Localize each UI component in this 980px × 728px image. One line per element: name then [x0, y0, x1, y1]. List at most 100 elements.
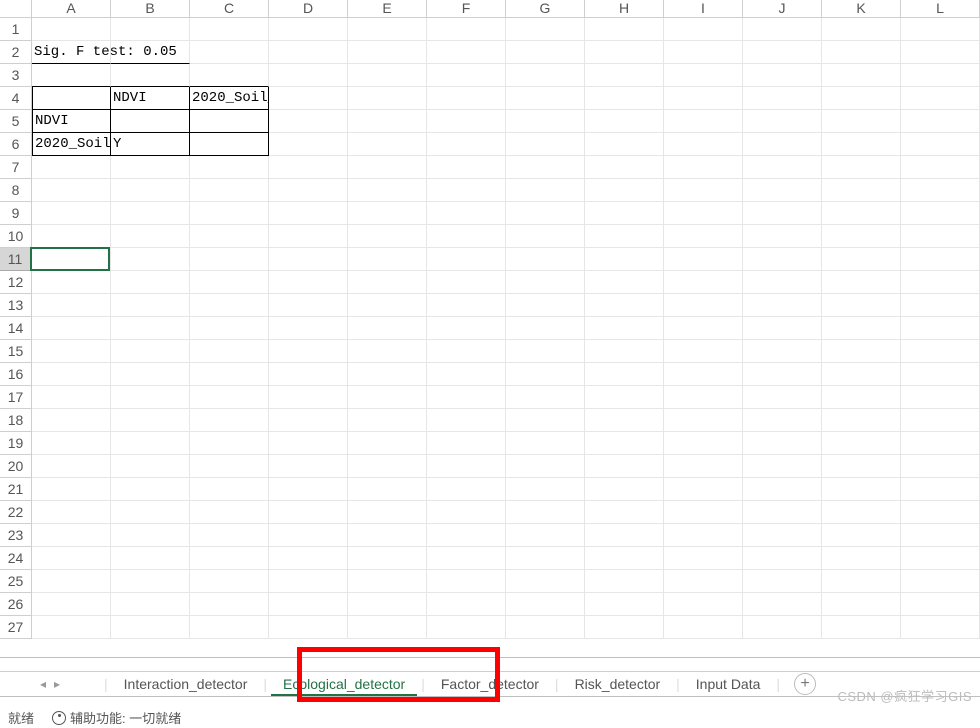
cell[interactable] — [901, 156, 980, 179]
cell[interactable] — [901, 18, 980, 41]
row-header[interactable]: 25 — [0, 570, 32, 593]
cell[interactable] — [111, 248, 190, 271]
cell[interactable] — [901, 317, 980, 340]
cell[interactable] — [269, 202, 348, 225]
cell[interactable] — [348, 110, 427, 133]
cell[interactable] — [111, 225, 190, 248]
col-header[interactable]: F — [427, 0, 506, 18]
cell[interactable] — [585, 156, 664, 179]
cell[interactable] — [743, 87, 822, 110]
cell[interactable] — [506, 87, 585, 110]
cell[interactable] — [901, 64, 980, 87]
cell[interactable] — [111, 156, 190, 179]
cell[interactable] — [506, 271, 585, 294]
cell[interactable] — [190, 225, 269, 248]
cell[interactable] — [506, 179, 585, 202]
cell[interactable] — [743, 386, 822, 409]
row-header[interactable]: 2 — [0, 41, 32, 64]
cell[interactable] — [269, 386, 348, 409]
cell[interactable] — [743, 432, 822, 455]
col-header[interactable]: J — [743, 0, 822, 18]
col-header[interactable]: C — [190, 0, 269, 18]
cell[interactable] — [348, 386, 427, 409]
cell[interactable]: 2020_Soil — [32, 133, 111, 156]
cell[interactable] — [190, 570, 269, 593]
row-header[interactable]: 16 — [0, 363, 32, 386]
cell[interactable] — [585, 317, 664, 340]
cell[interactable] — [506, 409, 585, 432]
cell[interactable] — [506, 478, 585, 501]
cell[interactable] — [111, 110, 190, 133]
cell[interactable] — [32, 570, 111, 593]
cell[interactable] — [32, 432, 111, 455]
cell[interactable] — [427, 363, 506, 386]
cell[interactable] — [822, 570, 901, 593]
row-header[interactable]: 12 — [0, 271, 32, 294]
cell[interactable] — [32, 409, 111, 432]
cell[interactable] — [427, 616, 506, 639]
cell[interactable] — [585, 570, 664, 593]
cell[interactable] — [664, 455, 743, 478]
cell[interactable] — [506, 110, 585, 133]
row-header[interactable]: 1 — [0, 18, 32, 41]
cell[interactable] — [585, 524, 664, 547]
cell[interactable] — [427, 294, 506, 317]
cell[interactable] — [664, 317, 743, 340]
cell[interactable] — [822, 87, 901, 110]
cell[interactable] — [901, 455, 980, 478]
cell[interactable] — [664, 225, 743, 248]
cell[interactable] — [664, 133, 743, 156]
cell[interactable] — [822, 340, 901, 363]
cell[interactable] — [427, 87, 506, 110]
cell[interactable] — [585, 18, 664, 41]
col-header[interactable]: I — [664, 0, 743, 18]
cell[interactable] — [348, 179, 427, 202]
cell[interactable] — [822, 271, 901, 294]
row-header[interactable]: 7 — [0, 156, 32, 179]
cell[interactable] — [664, 386, 743, 409]
cell[interactable] — [269, 455, 348, 478]
cell[interactable] — [32, 202, 111, 225]
col-header[interactable]: L — [901, 0, 980, 18]
col-header[interactable]: A — [32, 0, 111, 18]
cell[interactable]: 2020_Soil_ — [190, 87, 269, 110]
cell[interactable] — [585, 616, 664, 639]
cell[interactable] — [822, 64, 901, 87]
cell[interactable] — [348, 547, 427, 570]
cell[interactable] — [822, 248, 901, 271]
cell[interactable] — [664, 156, 743, 179]
cell[interactable] — [901, 409, 980, 432]
cell[interactable] — [269, 570, 348, 593]
cell[interactable] — [190, 616, 269, 639]
cell[interactable] — [32, 179, 111, 202]
cell[interactable] — [111, 409, 190, 432]
cell[interactable] — [743, 547, 822, 570]
cell[interactable] — [506, 294, 585, 317]
cell[interactable] — [901, 248, 980, 271]
cell[interactable] — [190, 156, 269, 179]
cell[interactable] — [506, 133, 585, 156]
col-header[interactable]: K — [822, 0, 901, 18]
cell[interactable] — [32, 271, 111, 294]
cell[interactable] — [427, 432, 506, 455]
cell[interactable] — [664, 18, 743, 41]
cell[interactable] — [506, 570, 585, 593]
row-header[interactable]: 13 — [0, 294, 32, 317]
cell[interactable] — [506, 156, 585, 179]
sheet-tab-risk[interactable]: Risk_detector — [563, 672, 673, 696]
cell[interactable] — [269, 317, 348, 340]
cell[interactable] — [822, 317, 901, 340]
cell[interactable] — [506, 248, 585, 271]
cell[interactable] — [32, 547, 111, 570]
cell[interactable] — [901, 294, 980, 317]
row-header[interactable]: 8 — [0, 179, 32, 202]
cell[interactable] — [190, 547, 269, 570]
cell[interactable] — [269, 478, 348, 501]
cell[interactable] — [32, 317, 111, 340]
cell[interactable] — [190, 432, 269, 455]
cell[interactable] — [427, 409, 506, 432]
cell[interactable] — [901, 547, 980, 570]
cell[interactable] — [506, 593, 585, 616]
cell[interactable] — [111, 363, 190, 386]
cell[interactable] — [269, 225, 348, 248]
